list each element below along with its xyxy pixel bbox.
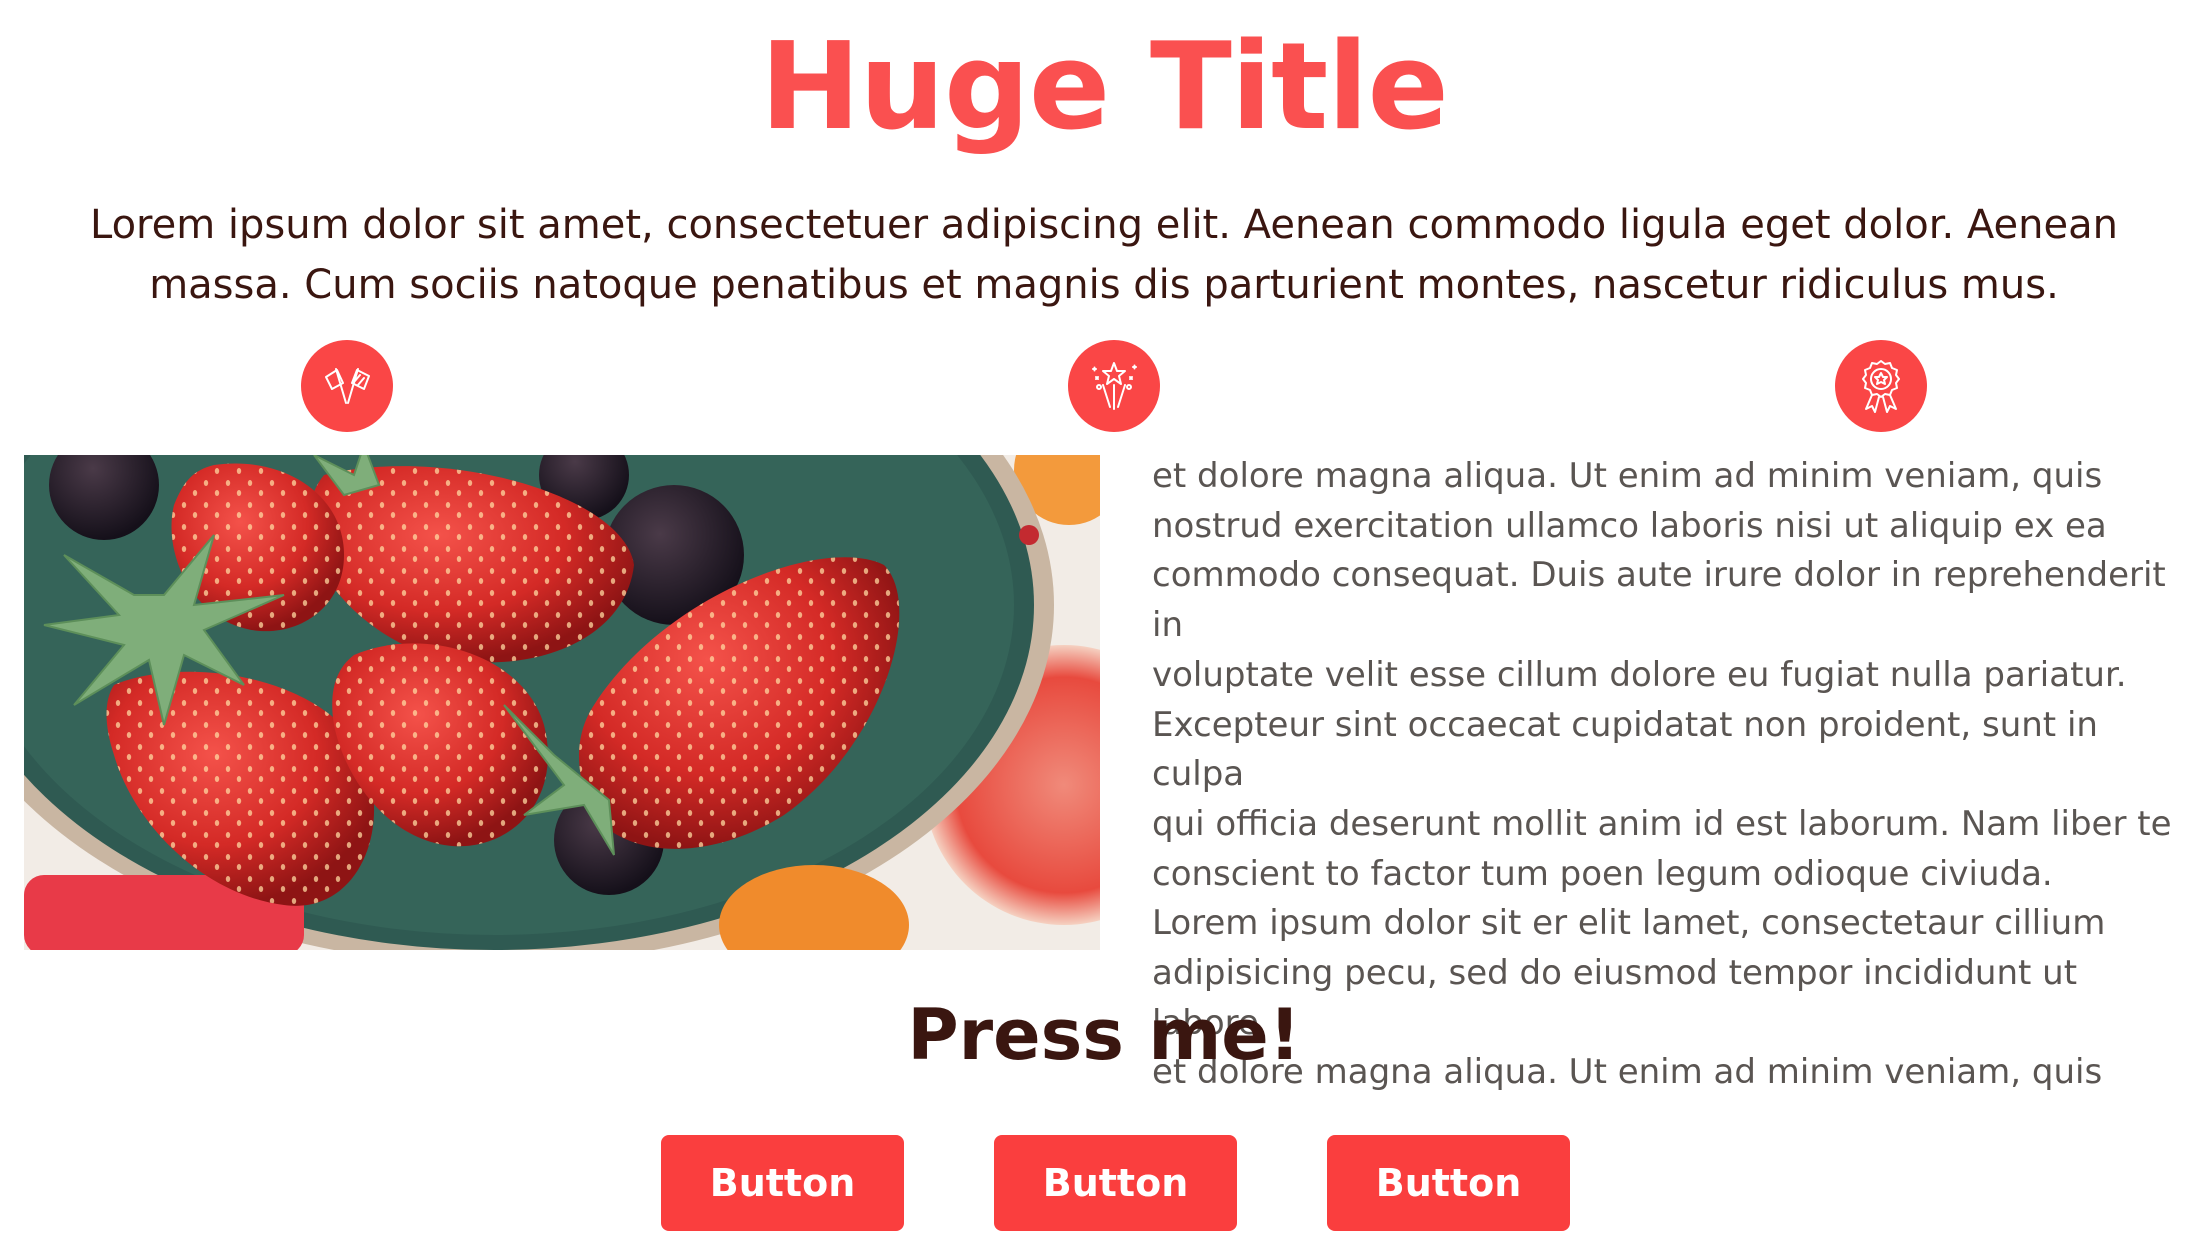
fireworks-icon [1068, 340, 1160, 432]
primary-button-3[interactable]: Button [1327, 1135, 1570, 1231]
cta-heading: Press me! [907, 994, 1301, 1076]
intro-paragraph: Lorem ipsum dolor sit amet, consectetuer… [90, 202, 2118, 308]
page-title: Huge Title [760, 18, 1449, 157]
primary-button-2[interactable]: Button [994, 1135, 1237, 1231]
flags-icon [301, 340, 393, 432]
award-ribbon-icon [1835, 340, 1927, 432]
primary-button-1[interactable]: Button [661, 1135, 904, 1231]
strawberries-bowl-photo [24, 455, 1100, 950]
